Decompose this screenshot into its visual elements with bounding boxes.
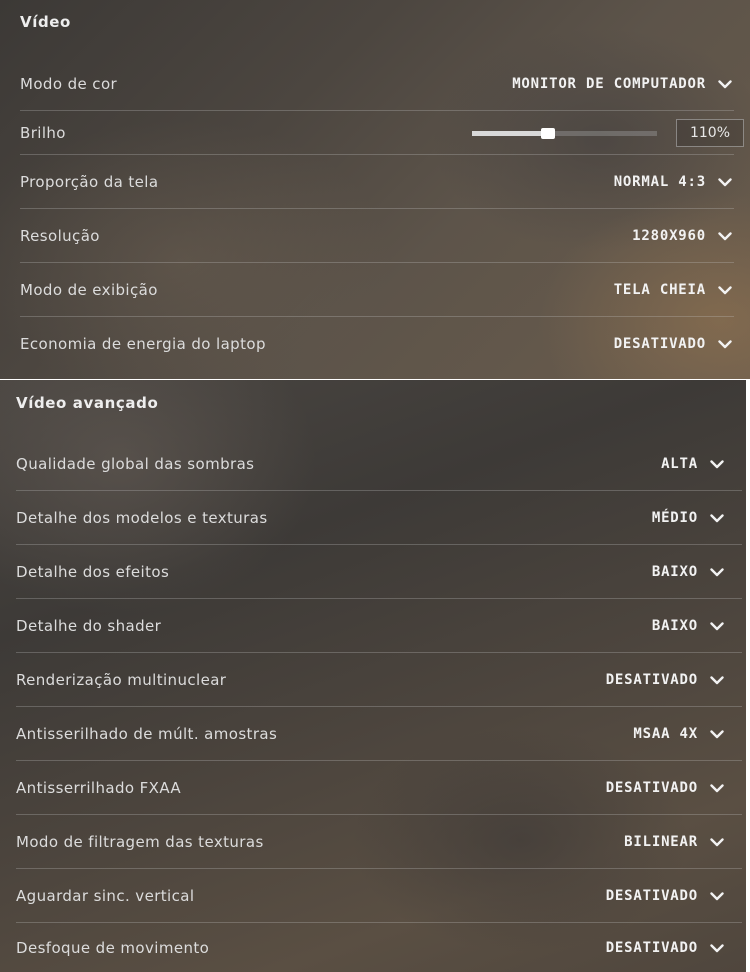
- chevron-down-icon: [718, 285, 732, 294]
- setting-row-aspect-ratio: Proporção da tela NORMAL 4:3: [0, 155, 750, 209]
- brightness-slider-fill: [472, 131, 548, 136]
- setting-label: Proporção da tela: [20, 173, 159, 191]
- dropdown-value: BAIXO: [651, 564, 698, 580]
- chevron-down-icon: [718, 339, 732, 348]
- chevron-down-icon: [710, 567, 724, 576]
- setting-row-vsync: Aguardar sinc. vertical DESATIVADO: [0, 869, 746, 923]
- setting-row-color-mode: Modo de cor MONITOR DE COMPUTADOR: [0, 57, 750, 111]
- setting-label: Detalhe do shader: [16, 617, 162, 635]
- chevron-down-icon: [710, 459, 724, 468]
- dropdown-value: TELA CHEIA: [613, 282, 706, 298]
- chevron-down-icon: [718, 177, 732, 186]
- vsync-dropdown[interactable]: DESATIVADO: [606, 888, 724, 904]
- setting-label: Antisserrilhado FXAA: [16, 779, 182, 797]
- texture-filtering-dropdown[interactable]: BILINEAR: [624, 834, 724, 850]
- dropdown-value: DESATIVADO: [605, 940, 698, 956]
- brightness-slider-handle[interactable]: [541, 128, 555, 139]
- setting-label: Modo de filtragem das texturas: [16, 833, 264, 851]
- dropdown-value: DESATIVADO: [605, 780, 698, 796]
- setting-row-model-texture-detail: Detalhe dos modelos e texturas MÉDIO: [0, 491, 746, 545]
- chevron-down-icon: [710, 943, 724, 952]
- resolution-dropdown[interactable]: 1280X960: [632, 228, 732, 244]
- video-section-title: Vídeo: [20, 13, 71, 31]
- brightness-slider[interactable]: [472, 128, 657, 139]
- dropdown-value: DESATIVADO: [605, 672, 698, 688]
- dropdown-value: MÉDIO: [651, 510, 698, 526]
- model-texture-detail-dropdown[interactable]: MÉDIO: [652, 510, 724, 526]
- fxaa-dropdown[interactable]: DESATIVADO: [606, 780, 724, 796]
- setting-label: Detalhe dos modelos e texturas: [16, 509, 268, 527]
- chevron-down-icon: [718, 79, 732, 88]
- chevron-down-icon: [710, 675, 724, 684]
- motion-blur-dropdown[interactable]: DESATIVADO: [606, 940, 724, 956]
- setting-label: Economia de energia do laptop: [20, 335, 266, 353]
- shader-detail-dropdown[interactable]: BAIXO: [652, 618, 724, 634]
- setting-row-texture-filtering: Modo de filtragem das texturas BILINEAR: [0, 815, 746, 869]
- dropdown-value: ALTA: [661, 456, 698, 472]
- setting-row-multicore-rendering: Renderização multinuclear DESATIVADO: [0, 653, 746, 707]
- chevron-down-icon: [718, 231, 732, 240]
- dropdown-value: MONITOR DE COMPUTADOR: [512, 76, 706, 92]
- chevron-down-icon: [710, 837, 724, 846]
- aspect-ratio-dropdown[interactable]: NORMAL 4:3: [614, 174, 732, 190]
- setting-label: Desfoque de movimento: [16, 939, 210, 957]
- msaa-dropdown[interactable]: MSAA 4X: [633, 726, 724, 742]
- setting-row-fxaa: Antisserrilhado FXAA DESATIVADO: [0, 761, 746, 815]
- dropdown-value: 1280X960: [632, 228, 706, 244]
- chevron-down-icon: [710, 891, 724, 900]
- advanced-video-settings-panel: Vídeo avançado Qualidade global das somb…: [0, 380, 746, 972]
- setting-label: Modo de cor: [20, 75, 118, 93]
- setting-row-msaa: Antisserilhado de múlt. amostras MSAA 4X: [0, 707, 746, 761]
- dropdown-value: BILINEAR: [624, 834, 698, 850]
- setting-label: Antisserilhado de múlt. amostras: [16, 725, 278, 743]
- setting-row-laptop-power-saving: Economia de energia do laptop DESATIVADO: [0, 317, 750, 371]
- dropdown-value: NORMAL 4:3: [613, 174, 706, 190]
- dropdown-value: BAIXO: [651, 618, 698, 634]
- setting-label: Modo de exibição: [20, 281, 158, 299]
- brightness-value-field[interactable]: 110%: [676, 119, 744, 147]
- setting-label: Renderização multinuclear: [16, 671, 227, 689]
- setting-row-brightness: Brilho 110%: [0, 111, 750, 155]
- dropdown-value: DESATIVADO: [605, 888, 698, 904]
- color-mode-dropdown[interactable]: MONITOR DE COMPUTADOR: [512, 76, 732, 92]
- setting-row-shader-detail: Detalhe do shader BAIXO: [0, 599, 746, 653]
- video-settings-panel: Vídeo Modo de cor MONITOR DE COMPUTADOR …: [0, 0, 750, 379]
- display-mode-dropdown[interactable]: TELA CHEIA: [614, 282, 732, 298]
- chevron-down-icon: [710, 783, 724, 792]
- setting-label: Aguardar sinc. vertical: [16, 887, 195, 905]
- advanced-video-section-title: Vídeo avançado: [16, 394, 159, 412]
- shadow-quality-dropdown[interactable]: ALTA: [661, 456, 724, 472]
- setting-row-shadow-quality: Qualidade global das sombras ALTA: [0, 437, 746, 491]
- dropdown-value: DESATIVADO: [613, 336, 706, 352]
- setting-row-effect-detail: Detalhe dos efeitos BAIXO: [0, 545, 746, 599]
- chevron-down-icon: [710, 621, 724, 630]
- setting-label: Resolução: [20, 227, 100, 245]
- setting-row-display-mode: Modo de exibição TELA CHEIA: [0, 263, 750, 317]
- setting-row-resolution: Resolução 1280X960: [0, 209, 750, 263]
- setting-row-motion-blur: Desfoque de movimento DESATIVADO: [0, 923, 746, 972]
- dropdown-value: MSAA 4X: [633, 726, 698, 742]
- laptop-power-saving-dropdown[interactable]: DESATIVADO: [614, 336, 732, 352]
- multicore-rendering-dropdown[interactable]: DESATIVADO: [606, 672, 724, 688]
- setting-label: Detalhe dos efeitos: [16, 563, 170, 581]
- effect-detail-dropdown[interactable]: BAIXO: [652, 564, 724, 580]
- chevron-down-icon: [710, 729, 724, 738]
- chevron-down-icon: [710, 513, 724, 522]
- setting-label: Qualidade global das sombras: [16, 455, 255, 473]
- setting-label: Brilho: [20, 124, 66, 142]
